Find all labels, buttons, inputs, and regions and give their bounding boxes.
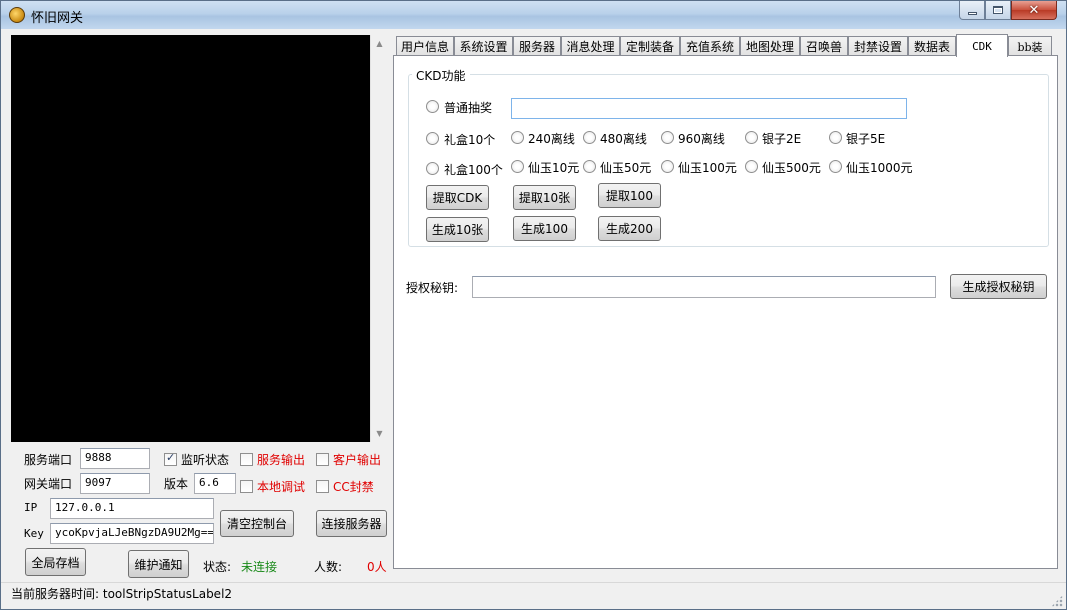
status-label: 状态: <box>203 560 232 574</box>
radio-jade-1000[interactable] <box>829 160 842 173</box>
version-label: 版本 <box>164 477 189 491</box>
radio-jade-10-label: 仙玉10元 <box>528 161 580 175</box>
radio-jade-100-label: 仙玉100元 <box>678 161 737 175</box>
radio-silver-2e-label: 银子2E <box>762 132 802 146</box>
listen-status-checkbox[interactable] <box>164 451 177 466</box>
ip-input[interactable]: 127.0.0.1 <box>50 498 214 519</box>
service-output-label: 服务输出 <box>257 453 306 467</box>
key-label: Key <box>24 527 44 540</box>
extract-10-button[interactable]: 提取10张 <box>513 185 576 210</box>
tab-cdk[interactable]: CDK <box>956 34 1008 57</box>
radio-offline-960[interactable] <box>661 131 674 144</box>
minimize-button[interactable] <box>959 1 985 20</box>
gateway-port-input[interactable]: 9097 <box>80 473 150 494</box>
connect-server-button[interactable]: 连接服务器 <box>316 510 387 537</box>
tab-user-info[interactable]: 用户信息 <box>396 36 454 56</box>
service-output-checkbox[interactable] <box>240 453 253 466</box>
version-input[interactable]: 6.6 <box>194 473 236 494</box>
maintenance-notice-button[interactable]: 维护通知 <box>128 550 189 578</box>
radio-giftbox-100-label: 礼盒100个 <box>444 163 503 177</box>
console-output[interactable] <box>11 35 370 442</box>
scroll-up-icon[interactable]: ▲ <box>371 35 388 52</box>
maximize-button[interactable] <box>985 1 1011 20</box>
radio-offline-480-label: 480离线 <box>600 132 647 146</box>
people-count-label: 人数: <box>314 560 343 574</box>
generate-auth-key-button[interactable]: 生成授权秘钥 <box>950 274 1047 299</box>
radio-jade-50[interactable] <box>583 160 596 173</box>
gateway-port-label: 网关端口 <box>24 477 73 491</box>
generate-100-button[interactable]: 生成100 <box>513 216 576 241</box>
tab-recharge-system[interactable]: 充值系统 <box>680 36 740 56</box>
radio-silver-2e[interactable] <box>745 131 758 144</box>
tab-bb-equipment[interactable]: bb装 <box>1008 36 1052 56</box>
listen-status-label: 监听状态 <box>181 453 230 467</box>
tab-data-table[interactable]: 数据表 <box>908 36 956 56</box>
key-input[interactable]: ycoKpvjaLJeBNgzDA9U2Mg== <box>50 523 214 544</box>
generate-200-button[interactable]: 生成200 <box>598 216 661 241</box>
radio-silver-5e[interactable] <box>829 131 842 144</box>
title-bar: 怀旧网关 ✕ <box>1 1 1066 29</box>
radio-jade-1000-label: 仙玉1000元 <box>846 161 913 175</box>
tab-map-handling[interactable]: 地图处理 <box>740 36 800 56</box>
client-output-checkbox[interactable] <box>316 453 329 466</box>
radio-giftbox-100[interactable] <box>426 162 439 175</box>
close-button[interactable]: ✕ <box>1011 1 1057 20</box>
service-port-input[interactable]: 9888 <box>80 448 150 469</box>
radio-normal-draw[interactable] <box>426 100 439 113</box>
client-output-label: 客户输出 <box>333 453 382 467</box>
radio-offline-960-label: 960离线 <box>678 132 725 146</box>
ckd-group-title: CKD功能 <box>412 67 470 84</box>
global-save-button[interactable]: 全局存档 <box>25 548 86 576</box>
auth-key-label: 授权秘钥: <box>406 281 459 295</box>
radio-giftbox-10-label: 礼盒10个 <box>444 133 496 147</box>
tab-summon-beast[interactable]: 召唤兽 <box>800 36 848 56</box>
server-time-status: 当前服务器时间: toolStripStatusLabel2 <box>11 587 233 601</box>
main-window: 怀旧网关 ✕ ▲ ▼ 服务端口 9888 监听状态 服务输出 客户输出 网关端口… <box>0 0 1067 610</box>
cc-ban-checkbox[interactable] <box>316 480 329 493</box>
status-value: 未连接 <box>241 560 278 574</box>
ip-label: IP <box>24 501 38 514</box>
clear-console-button[interactable]: 清空控制台 <box>220 510 294 537</box>
minimize-icon <box>967 11 977 15</box>
maximize-icon <box>993 6 1003 14</box>
generate-10-button[interactable]: 生成10张 <box>426 217 489 242</box>
service-port-label: 服务端口 <box>24 453 73 467</box>
radio-jade-500-label: 仙玉500元 <box>762 161 821 175</box>
auth-key-input[interactable] <box>472 276 936 298</box>
console-scrollbar[interactable]: ▲ ▼ <box>370 35 387 442</box>
radio-offline-480[interactable] <box>583 131 596 144</box>
tab-server[interactable]: 服务器 <box>513 36 561 56</box>
radio-offline-240-label: 240离线 <box>528 132 575 146</box>
people-count-value: 0人 <box>367 560 387 574</box>
extract-100-button[interactable]: 提取100 <box>598 183 661 208</box>
radio-jade-100[interactable] <box>661 160 674 173</box>
window-title: 怀旧网关 <box>31 11 84 26</box>
tab-message-handling[interactable]: 消息处理 <box>561 36 620 56</box>
radio-jade-10[interactable] <box>511 160 524 173</box>
scroll-down-icon[interactable]: ▼ <box>371 425 388 442</box>
radio-giftbox-10[interactable] <box>426 132 439 145</box>
radio-offline-240[interactable] <box>511 131 524 144</box>
close-icon: ✕ <box>1028 2 1040 18</box>
app-logo-icon <box>9 7 25 23</box>
tab-ban-settings[interactable]: 封禁设置 <box>848 36 908 56</box>
tab-custom-equipment[interactable]: 定制装备 <box>620 36 680 56</box>
extract-cdk-button[interactable]: 提取CDK <box>426 185 489 210</box>
normal-draw-input[interactable] <box>511 98 907 119</box>
cc-ban-label: CC封禁 <box>333 480 374 494</box>
local-debug-label: 本地调试 <box>257 480 306 494</box>
tab-system-settings[interactable]: 系统设置 <box>454 36 513 56</box>
radio-normal-draw-label: 普通抽奖 <box>444 101 493 115</box>
radio-silver-5e-label: 银子5E <box>846 132 886 146</box>
local-debug-checkbox[interactable] <box>240 480 253 493</box>
radio-jade-500[interactable] <box>745 160 758 173</box>
radio-jade-50-label: 仙玉50元 <box>600 161 652 175</box>
